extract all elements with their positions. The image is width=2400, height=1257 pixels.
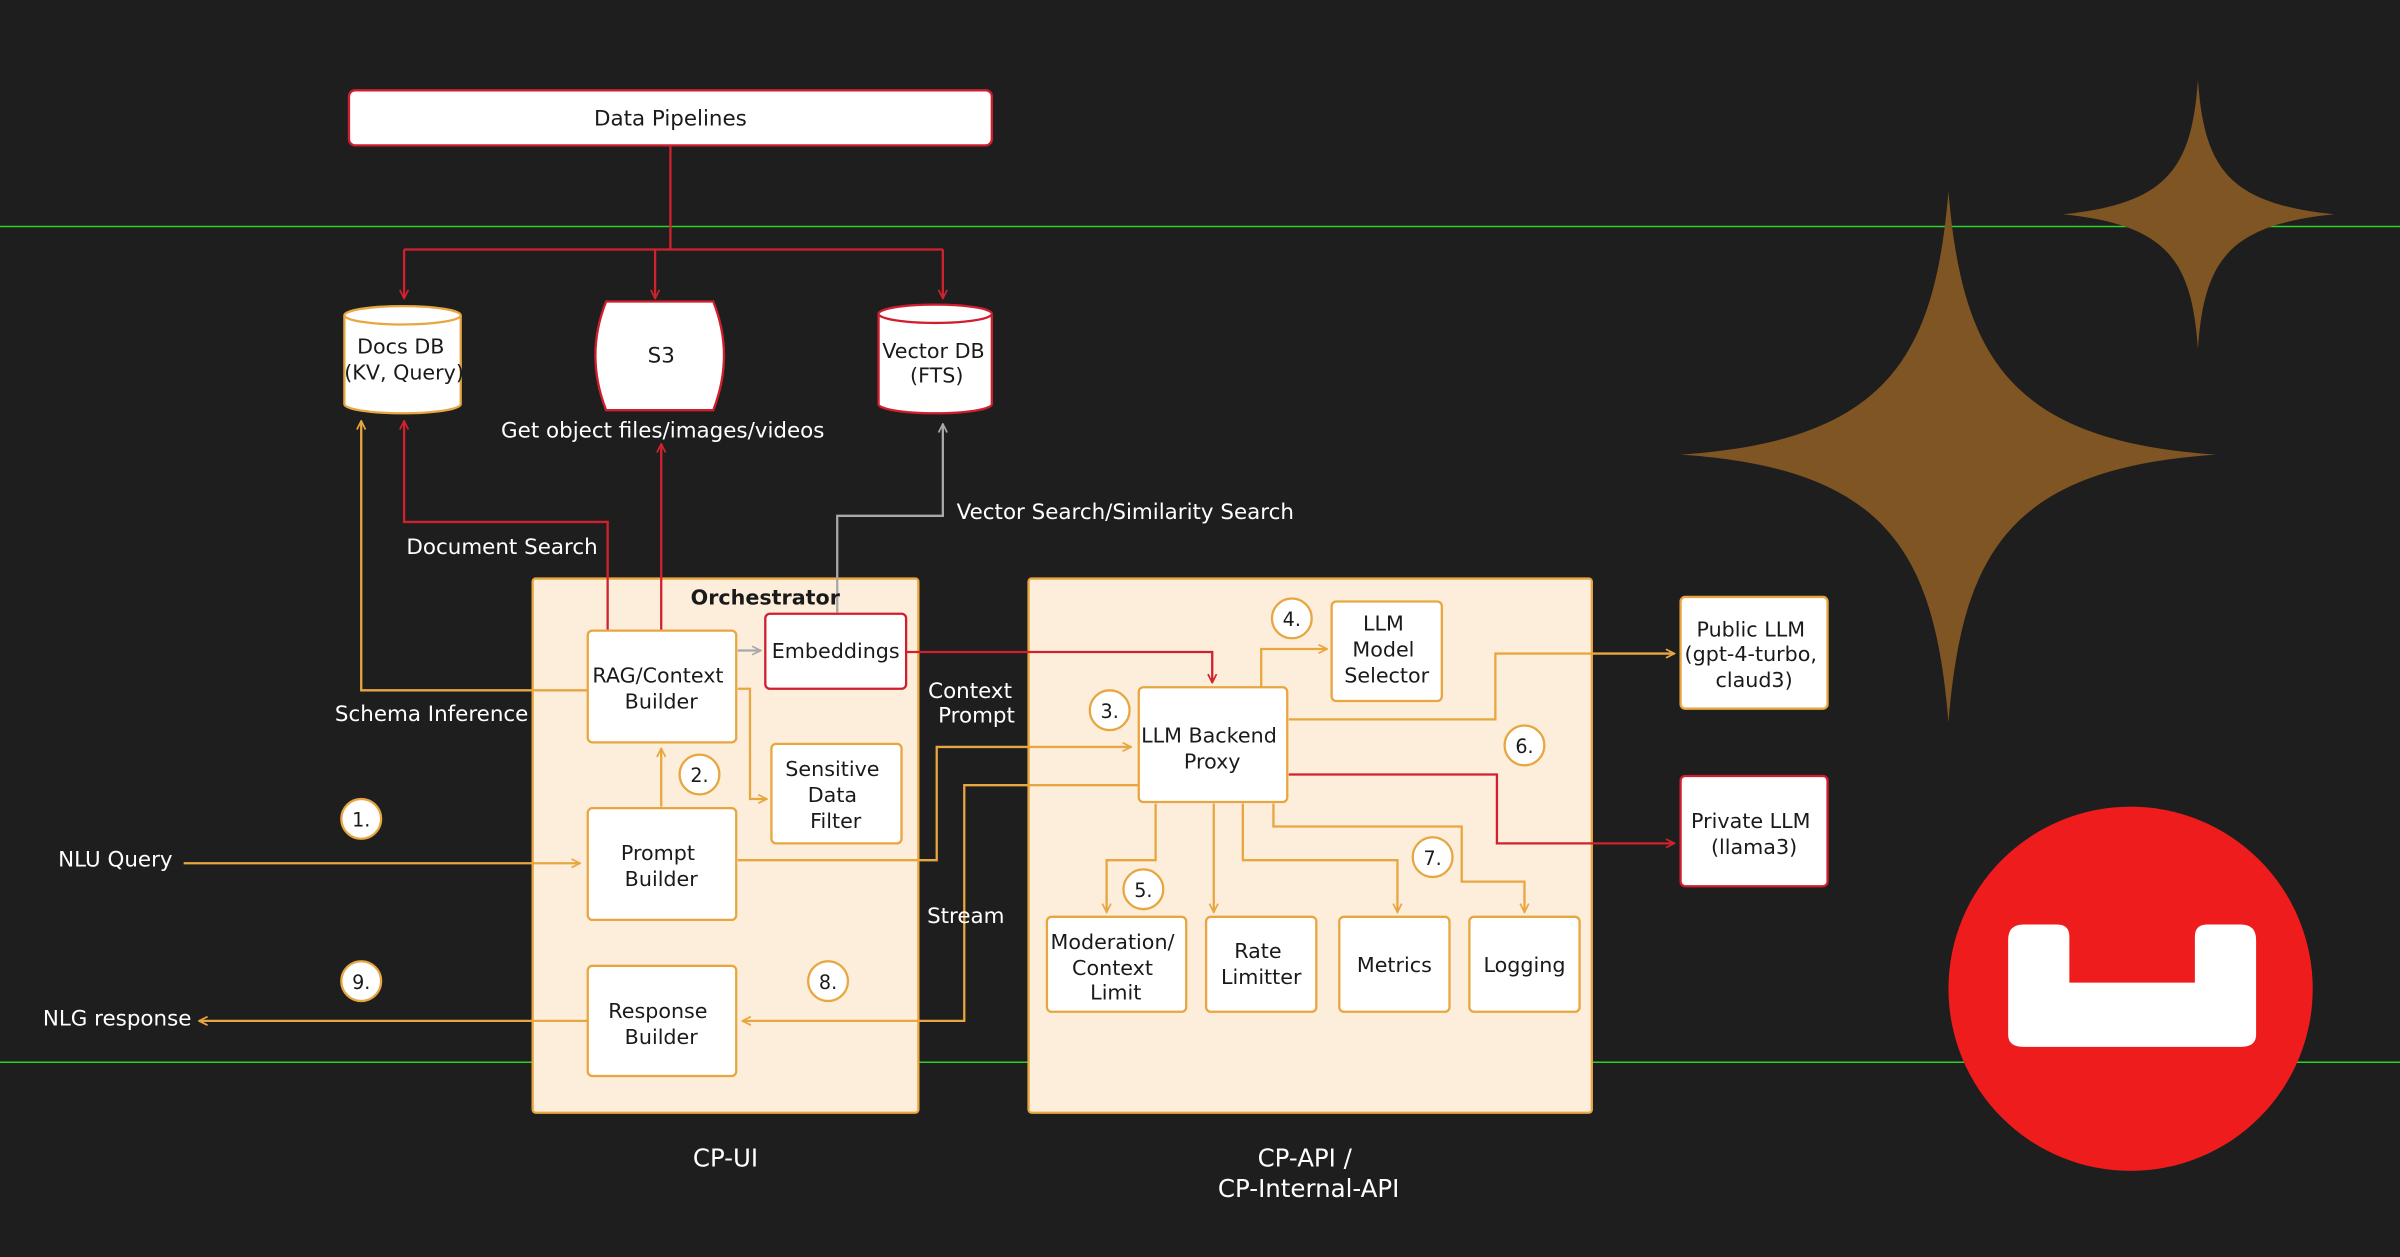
svg-text:2.: 2. xyxy=(690,764,708,787)
svg-text:8.: 8. xyxy=(819,971,837,994)
nlg-response-label: NLG response xyxy=(43,1007,192,1032)
public-llm-label-3: claud3) xyxy=(1715,668,1792,692)
step-badge-4: 4. xyxy=(1270,597,1313,640)
step-badge-1: 1. xyxy=(340,797,383,840)
svg-text:3.: 3. xyxy=(1101,700,1119,723)
cp-api-panel xyxy=(1027,577,1593,1114)
moderation-label-2: Context xyxy=(1072,956,1153,980)
vector-search-label: Vector Search/Similarity Search xyxy=(957,500,1294,525)
cp-api-title-2: CP-Internal-API xyxy=(1218,1174,1399,1203)
vector-db-sublabel: (FTS) xyxy=(910,364,963,388)
svg-text:9.: 9. xyxy=(352,971,370,994)
step-badge-7: 7. xyxy=(1411,836,1454,879)
moderation-label-3: Limit xyxy=(1090,980,1141,1004)
svg-text:Context Prompt: Context Prompt xyxy=(928,679,1019,728)
rag-context-builder-label-2: Builder xyxy=(625,690,699,714)
step-badge-5: 5. xyxy=(1122,868,1165,911)
nlu-query-label: NLU Query xyxy=(58,847,173,872)
context-prompt-label-2: Prompt xyxy=(938,703,1015,728)
cp-api-title: CP-API / xyxy=(1258,1143,1353,1172)
llm-model-selector-label: LLM xyxy=(1363,612,1404,636)
diagram-stage: Data Pipelines Docs DB (KV, Query) S3 Ve… xyxy=(0,0,2400,1257)
response-builder-label-2: Builder xyxy=(625,1025,699,1049)
embeddings-label: Embeddings xyxy=(772,639,900,663)
vector-db-label: Vector DB xyxy=(882,339,984,363)
public-llm-label: Public LLM xyxy=(1697,618,1806,642)
step-badge-9: 9. xyxy=(340,960,383,1003)
svg-text:4.: 4. xyxy=(1283,608,1301,631)
logging-label: Logging xyxy=(1484,953,1566,977)
step-badge-8: 8. xyxy=(807,960,850,1003)
step-badge-6: 6. xyxy=(1503,724,1546,767)
s3-label: S3 xyxy=(648,344,675,369)
orchestrator-label: Orchestrator xyxy=(691,586,841,610)
private-llm-label-2: (llama3) xyxy=(1711,835,1797,859)
svg-text:Docs DB (KV, Query): Docs DB (KV, Query) xyxy=(344,335,464,385)
rag-context-builder-label: RAG/Context xyxy=(592,664,723,688)
docs-db-sublabel: (KV, Query) xyxy=(344,361,464,385)
svg-text:CP-API / CP-Internal-API: CP-API / CP-Internal-API xyxy=(1218,1143,1399,1203)
llm-model-selector-label-2: Model xyxy=(1352,638,1414,662)
svg-text:6.: 6. xyxy=(1515,735,1533,758)
context-prompt-label: Context xyxy=(928,679,1012,704)
schema-inference-label: Schema Inference xyxy=(335,702,528,727)
brand-logo-icon xyxy=(1948,806,2313,1171)
svg-text:7.: 7. xyxy=(1424,847,1442,870)
step-badge-3: 3. xyxy=(1088,689,1131,732)
metrics-label: Metrics xyxy=(1357,953,1432,977)
get-objects-label: Get object files/images/videos xyxy=(501,419,824,444)
prompt-builder-label-2: Builder xyxy=(625,867,699,891)
sensitive-data-filter-label-2: Data xyxy=(808,783,857,807)
llm-backend-proxy-label: LLM Backend xyxy=(1141,723,1277,747)
llm-model-selector-label-3: Selector xyxy=(1344,664,1429,688)
private-llm-label: Private LLM xyxy=(1691,809,1810,833)
architecture-diagram: Data Pipelines Docs DB (KV, Query) S3 Ve… xyxy=(0,79,2400,1203)
docs-db-label: Docs DB xyxy=(357,335,444,359)
data-pipelines-label: Data Pipelines xyxy=(594,107,747,132)
llm-backend-proxy-label-2: Proxy xyxy=(1184,749,1241,773)
document-search-label: Document Search xyxy=(406,535,597,560)
rate-limiter-label: Rate xyxy=(1234,939,1281,963)
public-llm-label-2: (gpt-4-turbo, xyxy=(1685,642,1817,666)
svg-text:5.: 5. xyxy=(1134,879,1152,902)
prompt-builder-label: Prompt xyxy=(621,841,695,865)
moderation-label: Moderation/ xyxy=(1051,930,1175,954)
sensitive-data-filter-label-3: Filter xyxy=(810,809,862,833)
cp-ui-title: CP-UI xyxy=(693,1143,758,1172)
stream-label: Stream xyxy=(927,904,1004,929)
sparkle-star-small-icon xyxy=(2063,79,2335,349)
response-builder-label: Response xyxy=(608,999,707,1023)
step-badge-2: 2. xyxy=(678,753,721,796)
rate-limiter-label-2: Limitter xyxy=(1221,965,1302,989)
svg-text:1.: 1. xyxy=(352,809,370,832)
sensitive-data-filter-label: Sensitive xyxy=(785,757,879,781)
